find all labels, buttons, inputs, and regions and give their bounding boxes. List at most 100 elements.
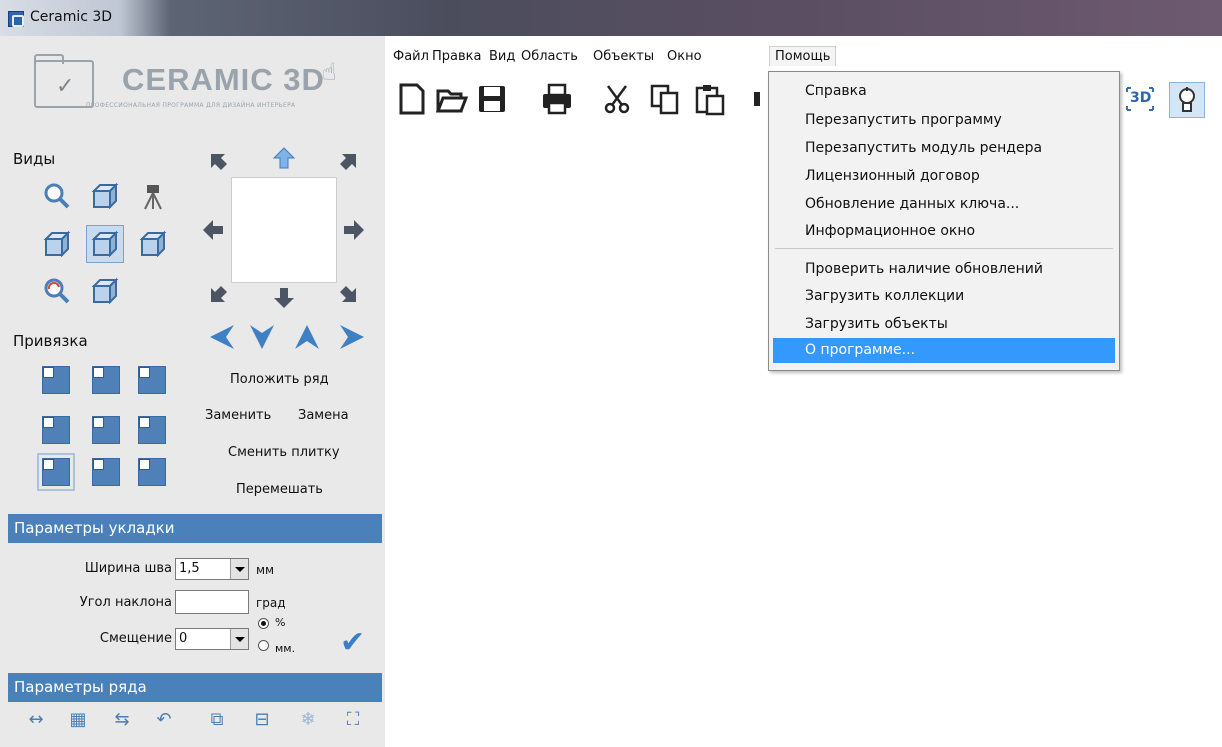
copy-icon[interactable]: [648, 82, 682, 116]
view-3d-icon[interactable]: 3D: [1123, 82, 1157, 116]
front-view-cube-icon[interactable]: [86, 225, 124, 263]
menu-area[interactable]: Область: [521, 49, 578, 64]
menu-item-help[interactable]: Справка: [773, 79, 1115, 104]
menu-item-load-objects[interactable]: Загрузить объекты: [773, 312, 1115, 337]
row-undo-icon[interactable]: ↶: [152, 708, 176, 732]
arrow-left-icon[interactable]: [201, 218, 225, 242]
open-folder-icon[interactable]: [435, 82, 469, 116]
arrow-up-left-icon[interactable]: [207, 150, 231, 174]
menu-item-restart-render[interactable]: Перезапустить модуль рендера: [773, 136, 1115, 161]
cut-icon[interactable]: [600, 82, 634, 116]
shuffle-button[interactable]: Перемешать: [236, 482, 323, 497]
menu-window[interactable]: Окно: [667, 49, 702, 64]
menu-item-load-collections[interactable]: Загрузить коллекции: [773, 284, 1115, 309]
toolbar-partial-icon[interactable]: [735, 82, 760, 116]
zoom-view-icon[interactable]: [42, 181, 72, 211]
window-title: Ceramic 3D: [30, 9, 113, 25]
offset-select[interactable]: 0: [175, 628, 249, 650]
tilt-down-icon[interactable]: [246, 321, 278, 353]
menu-file[interactable]: Файл: [393, 49, 429, 64]
layout-params-header[interactable]: Параметры укладки: [8, 514, 382, 543]
row-frame-icon[interactable]: ⛶: [341, 708, 365, 732]
joint-width-unit: мм: [256, 563, 275, 577]
camera-tripod-icon[interactable]: [138, 181, 168, 211]
perspective-cube-icon[interactable]: [90, 181, 120, 211]
snap-top-right-button[interactable]: [138, 366, 166, 394]
snap-label: Привязка: [13, 332, 88, 350]
logo-tagline: ПРОФЕССИОНАЛЬНАЯ ПРОГРАММА ДЛЯ ДИЗАЙНА И…: [86, 102, 296, 109]
arrow-down-icon[interactable]: [272, 286, 296, 310]
logo-name: CERAMIC 3D: [122, 62, 325, 97]
arrow-up-right-icon[interactable]: [336, 150, 360, 174]
menu-bar: Файл Правка Вид Область Объекты Окно Пом…: [385, 36, 1222, 68]
new-file-icon[interactable]: [395, 82, 429, 116]
joint-width-select[interactable]: 1,5: [175, 558, 249, 580]
menu-item-license[interactable]: Лицензионный договор: [773, 164, 1115, 189]
menu-edit[interactable]: Правка: [432, 49, 481, 64]
arrow-down-left-icon[interactable]: [207, 282, 231, 306]
views-label: Виды: [13, 150, 56, 168]
apply-check-icon[interactable]: ✔: [340, 625, 365, 660]
menu-item-update-key[interactable]: Обновление данных ключа...: [773, 192, 1115, 217]
angle-label: Угол наклона: [79, 595, 172, 610]
left-panel: ✓ CERAMIC 3D ПРОФЕССИОНАЛЬНАЯ ПРОГРАММА …: [0, 36, 385, 747]
offset-mm-label: мм.: [275, 642, 296, 655]
print-icon[interactable]: [540, 82, 574, 116]
arrow-down-right-icon[interactable]: [336, 282, 360, 306]
chevron-down-icon[interactable]: [230, 559, 248, 579]
snap-center-button[interactable]: [92, 416, 120, 444]
chevron-down-icon[interactable]: [230, 629, 248, 649]
tilt-up-icon[interactable]: [291, 321, 323, 353]
row-spacing-icon[interactable]: ↔: [24, 708, 48, 732]
menu-help[interactable]: Помощь: [769, 46, 837, 68]
rotate-right-icon[interactable]: [336, 321, 368, 353]
rotate-left-icon[interactable]: [206, 321, 238, 353]
menu-item-restart-program[interactable]: Перезапустить программу: [773, 108, 1115, 133]
logo-folder-icon: ✓: [34, 54, 94, 108]
row-grid-icon[interactable]: ▦: [66, 708, 90, 732]
light-bulb-icon[interactable]: [1169, 82, 1205, 118]
joint-width-value: 1,5: [179, 561, 200, 576]
menu-item-info-window[interactable]: Информационное окно: [773, 219, 1115, 244]
offset-percent-label: %: [275, 616, 286, 629]
logo: ✓ CERAMIC 3D ПРОФЕССИОНАЛЬНАЯ ПРОГРАММА …: [30, 54, 360, 114]
zoom-reset-icon[interactable]: [42, 276, 72, 306]
snap-top-center-button[interactable]: [92, 366, 120, 394]
top-view-cube-icon[interactable]: [90, 276, 120, 306]
touch-icon: ☝: [322, 58, 337, 86]
lay-row-button[interactable]: Положить ряд: [230, 372, 329, 387]
title-bar: Ceramic 3D: [0, 0, 1222, 36]
snap-bottom-center-button[interactable]: [92, 458, 120, 486]
arrow-right-icon[interactable]: [342, 218, 366, 242]
snap-middle-right-button[interactable]: [138, 416, 166, 444]
angle-input[interactable]: [175, 590, 249, 614]
row-params-header[interactable]: Параметры ряда: [8, 673, 382, 702]
right-view-cube-icon[interactable]: [138, 229, 168, 259]
menu-item-check-updates[interactable]: Проверить наличие обновлений: [773, 257, 1115, 282]
snap-bottom-left-button[interactable]: [37, 453, 75, 491]
row-split-icon[interactable]: ⊟: [250, 708, 274, 732]
offset-percent-radio[interactable]: [258, 618, 269, 629]
snap-top-left-button[interactable]: [42, 366, 70, 394]
view-3d-label: 3D: [1130, 90, 1152, 106]
snap-bottom-right-button[interactable]: [138, 458, 166, 486]
snap-middle-left-button[interactable]: [42, 416, 70, 444]
offset-value: 0: [179, 631, 188, 646]
offset-mm-radio[interactable]: [258, 640, 269, 651]
paste-icon[interactable]: [693, 82, 727, 116]
snowflake-icon[interactable]: ❄: [296, 708, 320, 732]
view-navigator[interactable]: [231, 177, 337, 283]
menu-view[interactable]: Вид: [489, 49, 515, 64]
row-align-icon[interactable]: ⧉: [205, 708, 229, 732]
row-stretch-icon[interactable]: ⇆: [110, 708, 134, 732]
replacement-button[interactable]: Замена: [298, 408, 349, 423]
offset-label: Смещение: [99, 631, 172, 646]
help-dropdown-menu: Справка Перезапустить программу Перезапу…: [768, 71, 1120, 371]
menu-objects[interactable]: Объекты: [593, 49, 654, 64]
left-view-cube-icon[interactable]: [42, 229, 72, 259]
replace-button[interactable]: Заменить: [205, 408, 271, 423]
menu-item-about[interactable]: О программе...: [773, 338, 1115, 363]
save-icon[interactable]: [475, 82, 509, 116]
change-tile-button[interactable]: Сменить плитку: [228, 445, 340, 460]
arrow-up-icon[interactable]: [272, 146, 296, 170]
